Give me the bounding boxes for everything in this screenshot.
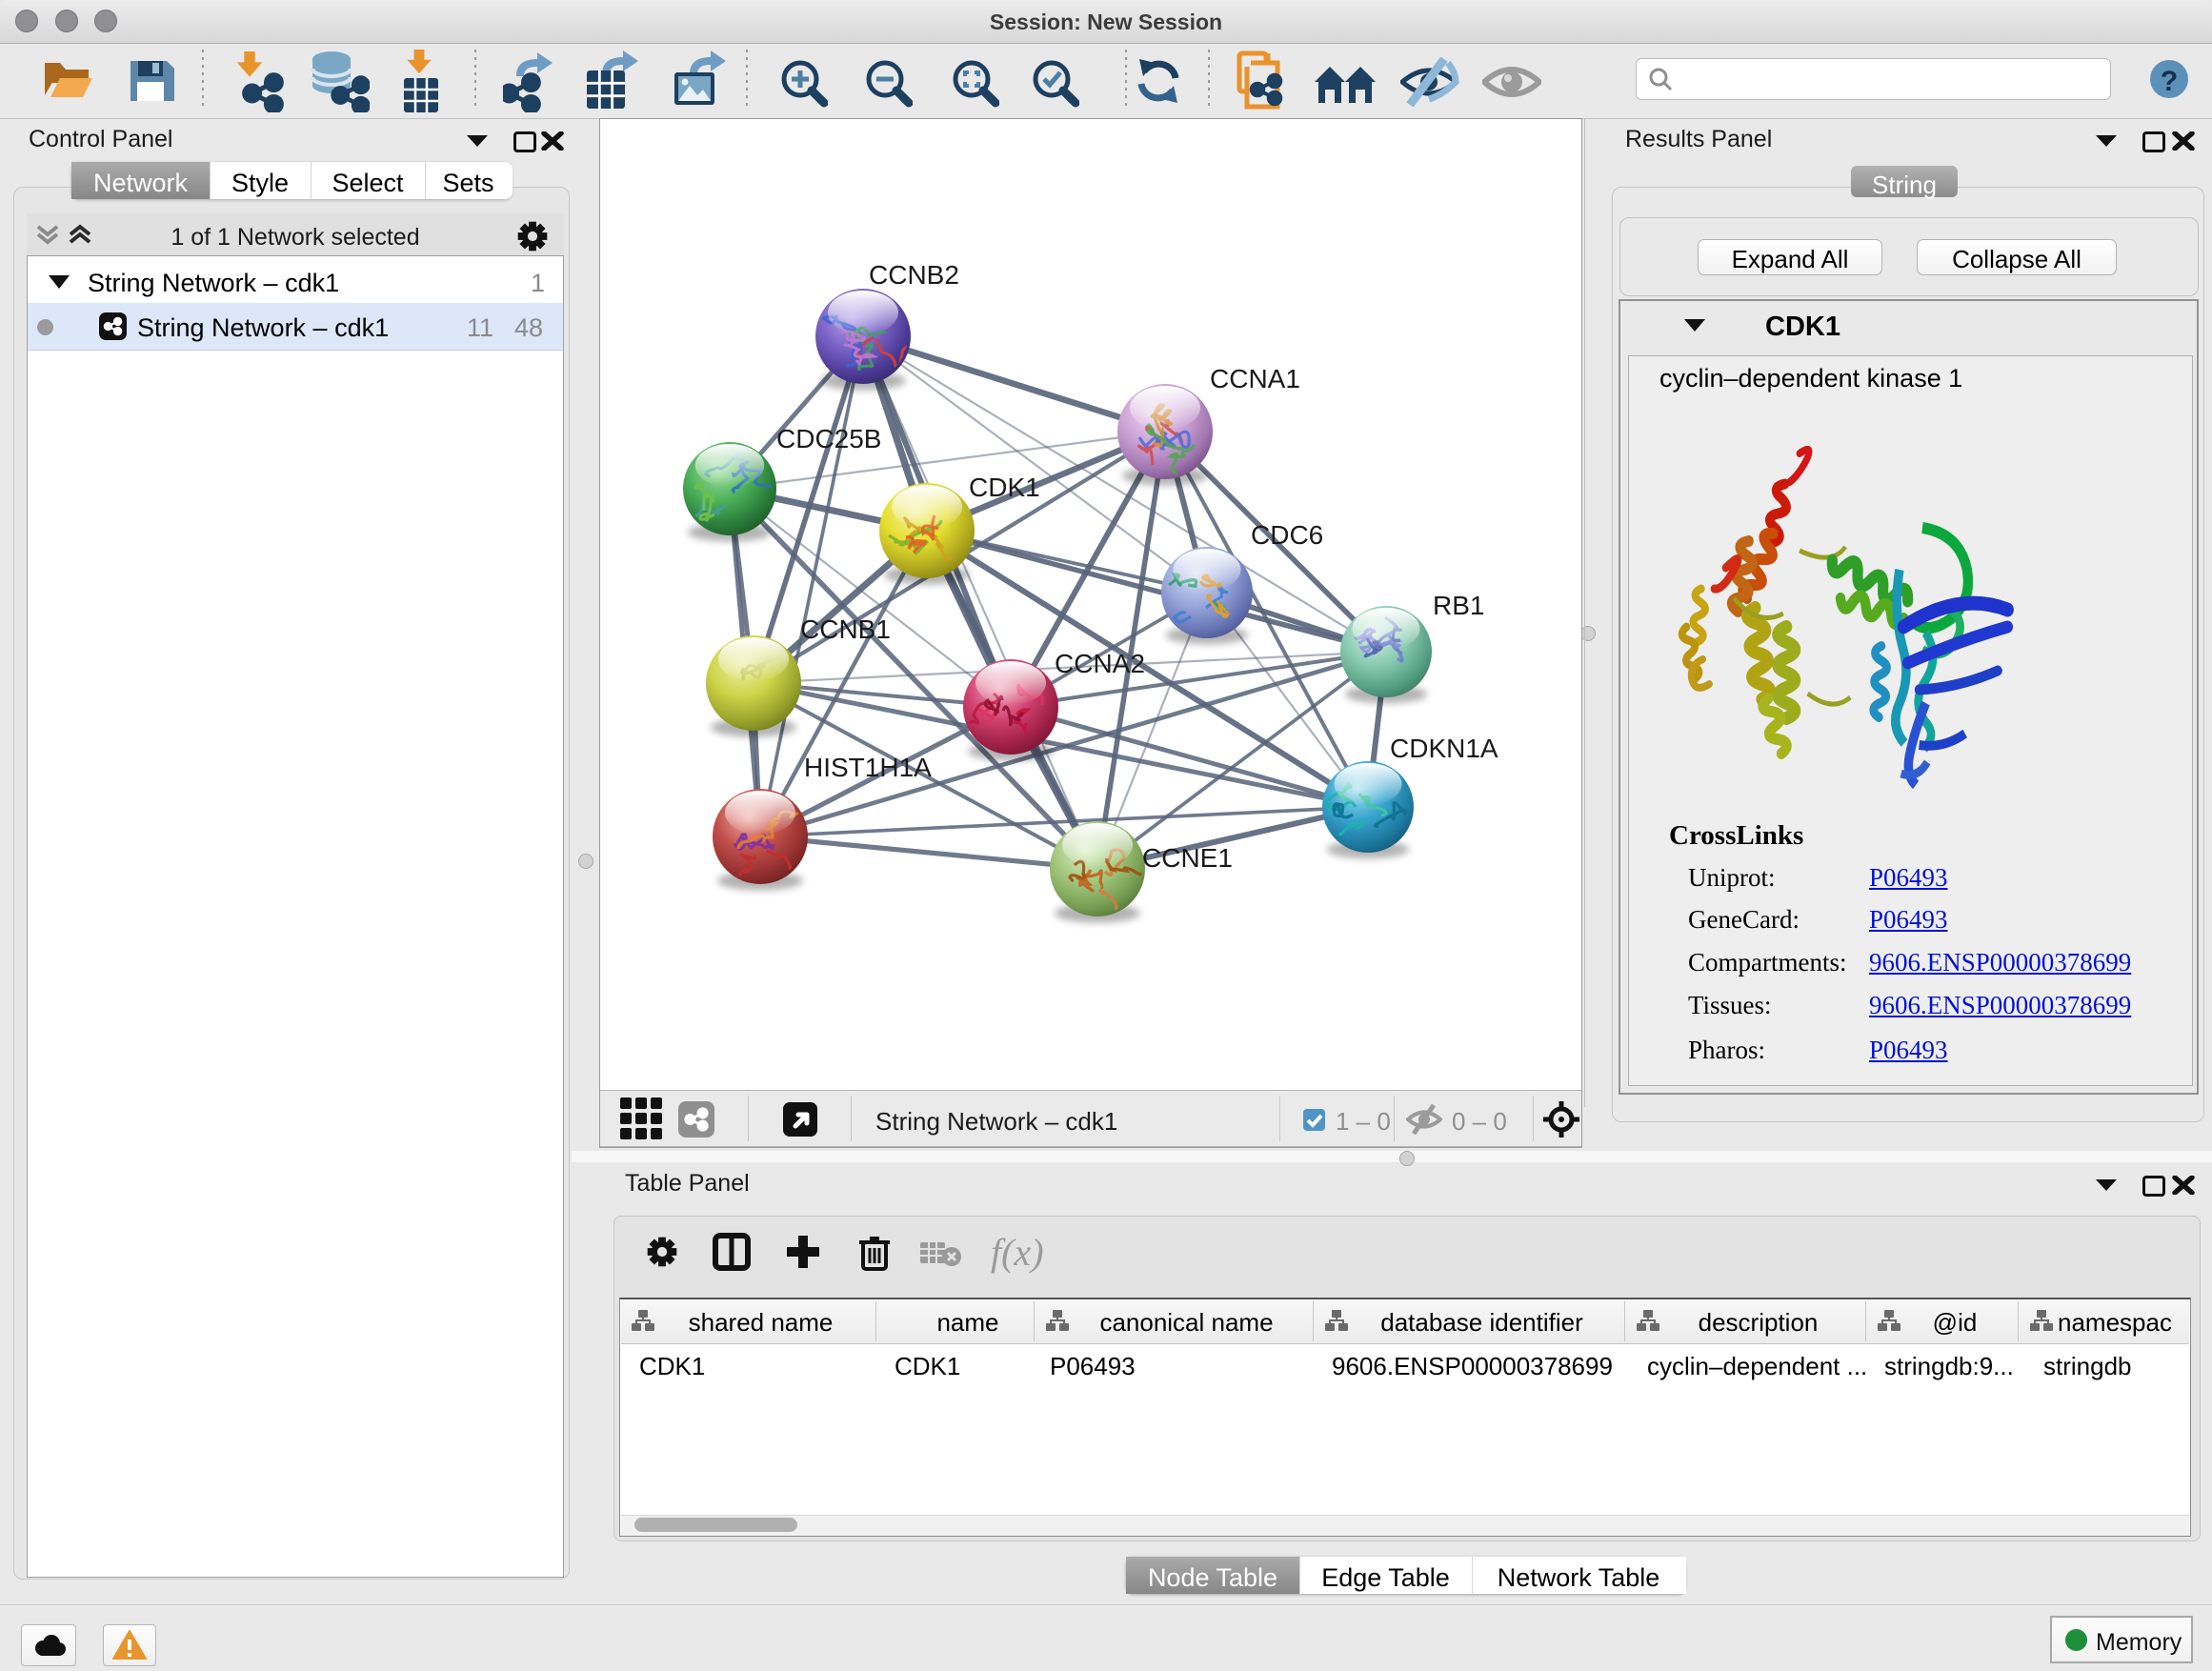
- svg-text:CCNB2: CCNB2: [869, 260, 959, 290]
- svg-text:CDC25B: CDC25B: [776, 424, 881, 453]
- svg-text:CCNB1: CCNB1: [800, 614, 891, 644]
- svg-text:RB1: RB1: [1433, 591, 1484, 620]
- svg-text:CCNA2: CCNA2: [1055, 649, 1145, 678]
- svg-text:HIST1H1A: HIST1H1A: [804, 753, 932, 782]
- svg-text:CCNE1: CCNE1: [1142, 843, 1233, 873]
- svg-text:CDK1: CDK1: [969, 473, 1040, 502]
- svg-text:CDC6: CDC6: [1251, 520, 1323, 550]
- svg-text:CCNA1: CCNA1: [1210, 364, 1300, 393]
- svg-text:CDKN1A: CDKN1A: [1390, 734, 1498, 763]
